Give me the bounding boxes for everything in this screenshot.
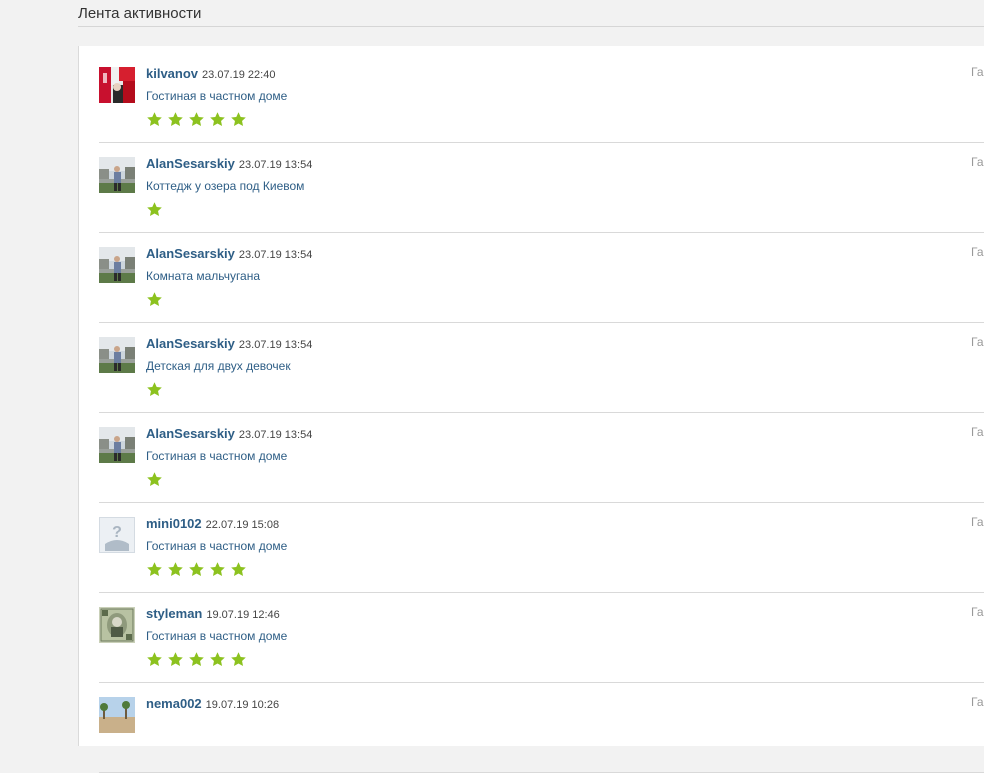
truncated-category-text: Га	[971, 515, 984, 529]
person-photo-avatar[interactable]	[99, 157, 135, 193]
person-photo-avatar[interactable]	[99, 247, 135, 283]
landscape-avatar[interactable]	[99, 697, 135, 733]
project-link[interactable]: Гостиная в частном доме	[146, 89, 287, 103]
activity-item: AlanSesarskiy 23.07.19 13:54 Гостиная в ча…	[99, 413, 984, 503]
truncated-category-text: Га	[971, 695, 984, 709]
activity-datetime: 19.07.19 12:46	[206, 609, 280, 621]
activity-meta: AlanSesarskiy 23.07.19 13:54 Коттедж у озе…	[146, 155, 312, 221]
activity-item: AlanSesarskiy 23.07.19 13:54 Детская для д…	[99, 323, 984, 413]
activity-meta: kilvanov 23.07.19 22:40 Гостиная в частном…	[146, 65, 287, 131]
truncated-category-text: Га	[971, 335, 984, 349]
activity-meta: AlanSesarskiy 23.07.19 13:54 Гостиная в ча…	[146, 425, 312, 491]
username-link[interactable]: mini0102	[146, 516, 202, 531]
activity-header: AlanSesarskiy 23.07.19 13:54	[146, 335, 312, 353]
activity-header: styleman 19.07.19 12:46	[146, 605, 287, 623]
star-icon	[230, 651, 251, 670]
activity-datetime: 22.07.19 15:08	[205, 519, 280, 531]
banknote-avatar[interactable]	[99, 607, 135, 643]
rating-stars	[146, 111, 287, 131]
activity-header: AlanSesarskiy 23.07.19 13:54	[146, 245, 312, 263]
rating-stars	[146, 471, 312, 491]
truncated-category-text: Га	[971, 65, 984, 79]
activity-datetime: 23.07.19 22:40	[202, 69, 276, 81]
star-icon	[146, 201, 167, 220]
activity-item: styleman 19.07.19 12:46 Гостиная в частном…	[99, 593, 984, 683]
activity-header: mini0102 22.07.19 15:08	[146, 515, 287, 533]
star-icon	[167, 111, 188, 130]
activity-item: nema002 19.07.19 10:26 Га	[99, 683, 984, 773]
star-icon	[146, 381, 167, 400]
star-icon	[167, 561, 188, 580]
star-icon	[230, 561, 251, 580]
activity-item: AlanSesarskiy 23.07.19 13:54 Коттедж у озе…	[99, 143, 984, 233]
username-link[interactable]: AlanSesarskiy	[146, 156, 235, 171]
star-icon	[209, 111, 230, 130]
default-avatar[interactable]: ?	[99, 517, 135, 553]
project-link[interactable]: Комната мальчугана	[146, 269, 312, 283]
person-photo-avatar[interactable]	[99, 337, 135, 373]
red-collage-avatar[interactable]	[99, 67, 135, 103]
star-icon	[146, 561, 167, 580]
activity-datetime: 23.07.19 13:54	[238, 249, 313, 261]
username-link[interactable]: AlanSesarskiy	[146, 426, 235, 441]
svg-text:?: ?	[112, 524, 122, 541]
project-link[interactable]: Коттедж у озера под Киевом	[146, 179, 312, 193]
star-icon	[188, 561, 209, 580]
username-link[interactable]: kilvanov	[146, 66, 198, 81]
activity-header: nema002 19.07.19 10:26	[146, 695, 279, 713]
activity-item: ? mini0102 22.07.19 15:08 Гостиная в частн…	[99, 503, 984, 593]
truncated-category-text: Га	[971, 155, 984, 169]
rating-stars	[146, 291, 312, 311]
star-icon	[146, 291, 167, 310]
activity-meta: mini0102 22.07.19 15:08 Гостиная в частном…	[146, 515, 287, 581]
page-header: Лента активности	[78, 0, 984, 27]
username-link[interactable]: AlanSesarskiy	[146, 336, 235, 351]
truncated-category-text: Га	[971, 605, 984, 619]
rating-stars	[146, 381, 312, 401]
page-title: Лента активности	[78, 5, 202, 22]
username-link[interactable]: nema002	[146, 696, 202, 711]
activity-header: AlanSesarskiy 23.07.19 13:54	[146, 155, 312, 173]
truncated-category-text: Га	[971, 425, 984, 439]
rating-stars	[146, 561, 287, 581]
activity-item: AlanSesarskiy 23.07.19 13:54 Комната мальч…	[99, 233, 984, 323]
star-icon	[167, 651, 188, 670]
activity-header: kilvanov 23.07.19 22:40	[146, 65, 287, 83]
activity-header: AlanSesarskiy 23.07.19 13:54	[146, 425, 312, 443]
star-icon	[188, 651, 209, 670]
project-link[interactable]: Гостиная в частном доме	[146, 449, 312, 463]
star-icon	[209, 561, 230, 580]
activity-datetime: 19.07.19 10:26	[205, 699, 280, 711]
username-link[interactable]: AlanSesarskiy	[146, 246, 235, 261]
star-icon	[209, 651, 230, 670]
star-icon	[188, 111, 209, 130]
star-icon	[146, 471, 167, 490]
star-icon	[146, 111, 167, 130]
project-link[interactable]: Гостиная в частном доме	[146, 629, 287, 643]
rating-stars	[146, 201, 312, 221]
person-photo-avatar[interactable]	[99, 427, 135, 463]
truncated-category-text: Га	[971, 245, 984, 259]
activity-meta: AlanSesarskiy 23.07.19 13:54 Комната мальч…	[146, 245, 312, 311]
star-icon	[230, 111, 251, 130]
activity-meta: nema002 19.07.19 10:26	[146, 695, 279, 719]
star-icon	[146, 651, 167, 670]
activity-meta: styleman 19.07.19 12:46 Гостиная в частном…	[146, 605, 287, 671]
activity-meta: AlanSesarskiy 23.07.19 13:54 Детская для д…	[146, 335, 312, 401]
rating-stars	[146, 651, 287, 671]
activity-panel: kilvanov 23.07.19 22:40 Гостиная в частном…	[78, 46, 984, 773]
activity-feed: kilvanov 23.07.19 22:40 Гостиная в частном…	[99, 46, 984, 773]
activity-datetime: 23.07.19 13:54	[238, 429, 313, 441]
project-link[interactable]: Гостиная в частном доме	[146, 539, 287, 553]
activity-item: kilvanov 23.07.19 22:40 Гостиная в частном…	[99, 46, 984, 143]
project-link[interactable]: Детская для двух девочек	[146, 359, 312, 373]
activity-datetime: 23.07.19 13:54	[238, 339, 313, 351]
username-link[interactable]: styleman	[146, 606, 202, 621]
activity-datetime: 23.07.19 13:54	[238, 159, 313, 171]
